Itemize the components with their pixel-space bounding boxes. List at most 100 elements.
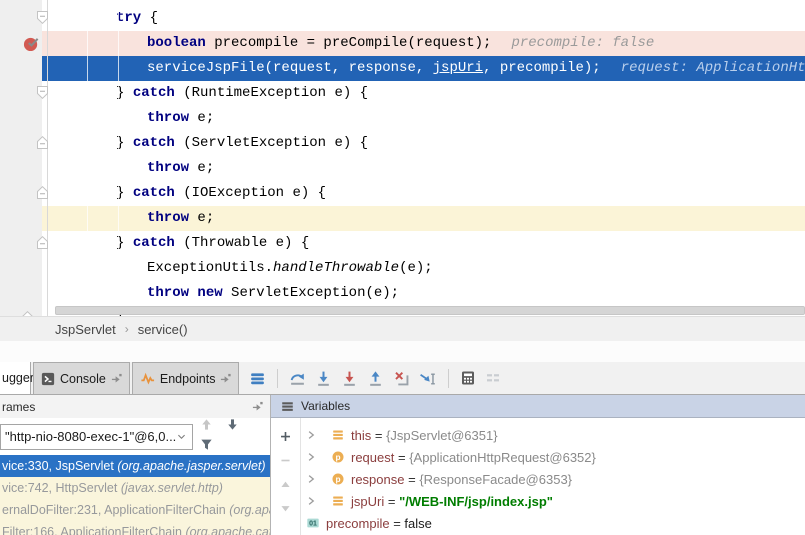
move-watch-down-button[interactable] [279,502,292,515]
breadcrumb: JspServlet › service() [0,316,805,341]
code-text: e; [189,160,214,176]
code-text: (Throwable e) { [175,235,309,251]
layout-settings-button[interactable] [484,369,502,387]
code-line[interactable]: ExceptionUtils.handleThrowable(e); [0,256,805,281]
evaluate-expression-button[interactable] [459,369,477,387]
breadcrumb-method[interactable]: service() [138,322,188,337]
frame-location: vice:330, JspServlet [2,459,117,473]
code-lines: try {boolean precompile = preCompile(req… [0,6,805,316]
add-watch-button[interactable] [279,430,292,443]
horizontal-scrollbar[interactable] [55,306,805,315]
spacer [0,341,805,362]
fold-marker-icon[interactable] [37,236,48,249]
tab-debugger[interactable]: ugger [0,362,31,394]
expand-chevron-icon[interactable] [305,495,317,507]
stack-frame-row[interactable]: vice:742, HttpServlet (javax.servlet.htt… [0,477,270,499]
hide-library-frames-button[interactable] [193,437,219,452]
code-line[interactable]: throw new ServletException(e); [0,281,805,306]
code-line[interactable]: } catch (RuntimeException e) { [0,81,805,106]
console-icon [41,372,55,386]
variable-name: request [351,450,394,465]
menu-button[interactable] [248,369,267,388]
frames-list: vice:330, JspServlet (org.apache.jasper.… [0,455,270,535]
frames-toolbar: "http-nio-8080-exec-1"@6,0... [0,418,270,455]
step-out-button[interactable] [366,369,385,388]
code-line[interactable]: throw e; [0,106,805,131]
tab-endpoints[interactable]: Endpoints [132,362,240,394]
fold-marker-icon[interactable] [22,311,33,316]
expand-chevron-icon[interactable] [305,473,317,485]
step-actions [239,362,502,394]
frame-package: (org.apache.cat [185,525,270,535]
variable-row[interactable]: prequest = {ApplicationHttpRequest@6352} [301,446,805,468]
variable-row[interactable]: presponse = {ResponseFacade@6353} [301,468,805,490]
move-watch-up-button[interactable] [279,478,292,491]
code-text: throw [147,160,189,176]
code-line[interactable]: boolean precompile = preCompile(request)… [0,31,805,56]
frame-location: vice:742, HttpServlet [2,481,121,495]
frame-location: Filter:166, ApplicationFilterChain [2,525,185,535]
svg-text:01: 01 [309,521,317,528]
variable-row[interactable]: 01precompile = false [301,512,805,534]
code-text: ServletException(e); [223,285,399,301]
stack-frame-row[interactable]: ernalDoFilter:231, ApplicationFilterChai… [0,499,270,521]
fold-marker-icon[interactable] [37,86,48,99]
code-line[interactable]: throw e; [0,206,805,231]
stack-frame-row[interactable]: vice:330, JspServlet (org.apache.jasper.… [0,455,270,477]
variable-name: this [351,428,371,443]
drop-frame-button[interactable] [392,369,411,388]
code-text: throw [147,110,189,126]
code-text: catch [133,85,175,101]
tab-endpoints-label: Endpoints [160,372,216,386]
fold-marker-icon[interactable] [37,136,48,149]
previous-frame-button[interactable] [193,417,219,432]
code-text: (RuntimeException e) { [175,85,368,101]
equals-sign: = [384,494,399,509]
inline-debug-hint: request: ApplicationHttpRe [621,60,805,76]
thread-selector-value: "http-nio-8080-exec-1"@6,0... [5,429,176,444]
float-window-icon[interactable] [220,373,231,384]
code-line[interactable]: } catch (ServletException e) { [0,131,805,156]
step-into-button[interactable] [314,369,333,388]
fold-marker-icon[interactable] [37,11,48,24]
variable-value: {ApplicationHttpRequest@6352} [409,450,596,465]
thread-selector[interactable]: "http-nio-8080-exec-1"@6,0... [0,424,193,450]
field-icon [331,494,345,508]
code-line[interactable]: } catch (IOException e) { [0,181,805,206]
code-line[interactable]: throw e; [0,156,805,181]
variable-name: precompile [326,516,390,531]
float-window-icon[interactable] [252,401,263,412]
breakpoint-icon[interactable] [23,35,40,52]
code-text: precompile = preCompile(request); [206,35,492,51]
svg-text:p: p [335,452,340,462]
code-line[interactable]: serviceJspFile(request, response, jspUri… [0,56,805,81]
code-text: (ServletException e) { [175,135,368,151]
equals-sign: = [404,472,419,487]
variable-row[interactable]: jspUri = "/WEB-INF/jsp/index.jsp" [301,490,805,512]
expand-chevron-icon[interactable] [305,429,317,441]
next-frame-button[interactable] [219,417,245,432]
code-text: catch [133,235,175,251]
menu-icon[interactable] [281,400,294,413]
step-over-button[interactable] [288,369,307,388]
code-line[interactable]: } catch (Throwable e) { [0,231,805,256]
frames-panel: rames "http-nio-8080-exec-1"@6,0... vice… [0,395,271,535]
code-text: ExceptionUtils. [147,260,273,276]
frame-package: (org.apache.jasper.servlet) [117,459,265,473]
stack-frame-row[interactable]: Filter:166, ApplicationFilterChain (org.… [0,521,270,535]
code-line[interactable]: try { [0,6,805,31]
fold-marker-icon[interactable] [37,186,48,199]
expand-chevron-icon[interactable] [305,451,317,463]
code-text: throw [147,210,189,226]
variable-name: response [351,472,404,487]
force-step-into-button[interactable] [340,369,359,388]
toolbar-separator [448,369,449,388]
code-text: , precompile); [483,60,601,76]
run-to-cursor-button[interactable] [418,369,438,388]
float-window-icon[interactable] [111,373,122,384]
breadcrumb-class[interactable]: JspServlet [55,322,116,337]
tab-console[interactable]: Console [33,362,130,394]
remove-watch-button[interactable] [279,454,292,467]
variables-body: this = {JspServlet@6351} p request = {Appl… [271,418,805,535]
variable-row[interactable]: this = {JspServlet@6351} [301,424,805,446]
